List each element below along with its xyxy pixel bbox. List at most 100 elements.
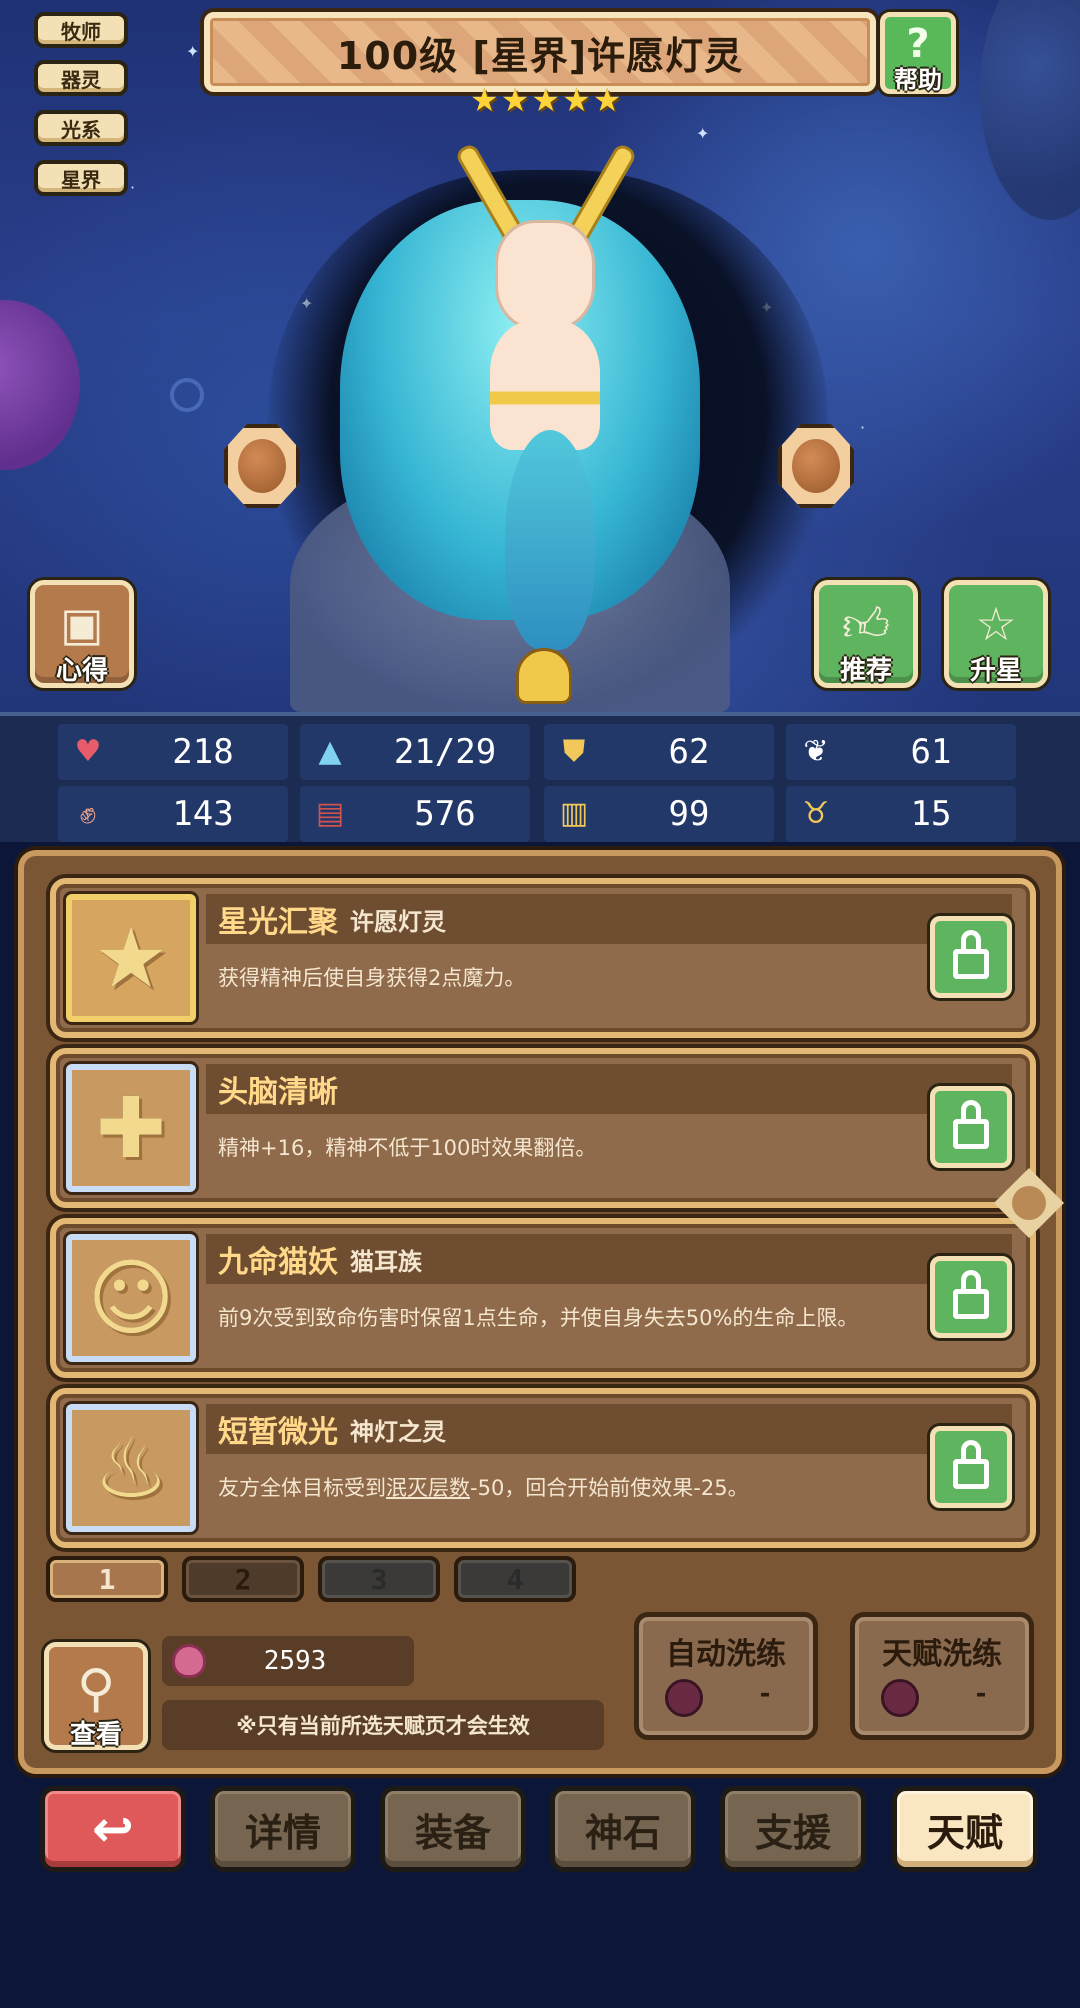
talent-source: 神灯之灵 [350, 1417, 446, 1446]
thumbs-up-icon: 👍︎ [841, 597, 891, 651]
upgrade-star-label: 升星 [969, 656, 1022, 686]
tab-talent[interactable]: 天赋 [892, 1786, 1038, 1872]
lock-button[interactable] [930, 1086, 1012, 1168]
talent-icon-frame: ✚ [66, 1064, 196, 1192]
sparkle-icon: ✦ [186, 42, 200, 61]
stat-value: 99 [668, 794, 710, 834]
upgrade-star-button[interactable]: ☆ 升星 [944, 580, 1048, 688]
stat-attack: ✊︎ 143 [58, 786, 288, 842]
tab-details[interactable]: 详情 [210, 1786, 356, 1872]
cross-icon: ✚ [95, 1079, 167, 1177]
help-button[interactable]: ? 帮助 [880, 12, 956, 94]
stat-resist: ▥ 99 [544, 786, 774, 842]
notebook-icon: ▣ [60, 597, 104, 651]
talent-description: 精神+16，精神不低于100时效果翻倍。 [218, 1136, 597, 1160]
talent-icon-frame: ★ [66, 894, 196, 1022]
talent-footer: ⚲ 查看 2593 ※只有当前所选天赋页才会生效 自动洗练 - 天赋洗练 - [28, 1612, 1052, 1768]
fist-icon: ✊︎ [79, 796, 97, 831]
heart-icon: ♥ [74, 734, 102, 769]
desc-text: -50，回合开始前使效果-25。 [470, 1476, 749, 1500]
class-tag-priest: 牧师 [34, 12, 128, 48]
keyword-link[interactable]: 泯灭层数 [386, 1476, 470, 1500]
star-icon: ★ [592, 81, 622, 119]
talent-card[interactable]: ☺ 九命猫妖 猫耳族 前9次受到致命伤害时保留1点生命，并使自身失去50%的生命… [50, 1218, 1036, 1378]
stat-value: 143 [172, 794, 234, 834]
talent-description: 获得精神后使自身获得2点魔力。 [218, 966, 526, 990]
auto-reroll-button[interactable]: 自动洗练 - [634, 1612, 818, 1740]
help-label: 帮助 [894, 66, 942, 94]
talent-icon-frame: ☺ [66, 1234, 196, 1362]
stat-value: 218 [172, 732, 234, 772]
stat-value: 21/29 [393, 732, 497, 772]
talent-reroll-label: 天赋洗练 [882, 1637, 1002, 1672]
recommend-button[interactable]: 👍︎ 推荐 [814, 580, 918, 688]
talent-card[interactable]: ♨ 短暂微光 神灯之灵 友方全体目标受到泯灭层数-50，回合开始前使效果-25。 [50, 1388, 1036, 1548]
star-icon: ★ [531, 81, 561, 119]
class-tag-astral: 星界 [34, 160, 128, 196]
star-icon: ★ [500, 81, 530, 119]
skill-orb-right[interactable] [778, 424, 854, 508]
tab-support[interactable]: 支援 [720, 1786, 866, 1872]
stat-magic: ▤ 576 [300, 786, 530, 842]
magic-lamp-icon [516, 648, 572, 704]
purple-planet [0, 300, 80, 470]
talent-name: 星光汇聚 [218, 905, 338, 940]
talent-card[interactable]: ★ 星光汇聚 许愿灯灵 获得精神后使自身获得2点魔力。 [50, 878, 1036, 1038]
class-tag-light: 光系 [34, 110, 128, 146]
cat-icon: ☺ [87, 1249, 175, 1347]
lock-icon [953, 1440, 989, 1489]
lock-icon [953, 1270, 989, 1319]
stat-defense: ⛊ 62 [544, 724, 774, 780]
star-icon: ★ [562, 81, 591, 119]
star-icon: ★ [93, 909, 169, 1007]
recommend-label: 推荐 [839, 656, 892, 686]
orb-gem-icon [792, 439, 840, 493]
wing-icon: ❦ [803, 734, 829, 769]
page-tab-4[interactable]: 4 [454, 1556, 576, 1602]
sparkle-icon: ✦ [696, 124, 710, 143]
character-face [495, 220, 595, 330]
stat-value: 61 [910, 732, 952, 772]
blue-planet [980, 0, 1080, 220]
back-arrow-icon: ↩ [92, 1800, 134, 1858]
lock-button[interactable] [930, 1426, 1012, 1508]
hero-title: 100级 [星界]许愿灯灵 [336, 33, 744, 78]
magic-lamp-icon: ♨ [93, 1419, 169, 1517]
page-tab-2[interactable]: 2 [182, 1556, 304, 1602]
fruit-currency-icon [172, 1644, 206, 1678]
hero-title-banner: 100级 [星界]许愿灯灵 [204, 12, 876, 92]
talent-name-row: 短暂微光 神灯之灵 [206, 1404, 1012, 1454]
talent-name-row: 头脑清晰 [206, 1064, 1012, 1114]
stat-value: 576 [414, 794, 476, 834]
page-tab-3[interactable]: 3 [318, 1556, 440, 1602]
insights-label: 心得 [55, 656, 108, 686]
lock-icon [953, 1100, 989, 1149]
view-button[interactable]: ⚲ 查看 [44, 1642, 148, 1750]
lock-button[interactable] [930, 916, 1012, 998]
lock-button[interactable] [930, 1256, 1012, 1338]
talent-page-tabs: 1 2 3 4 [46, 1556, 576, 1602]
talent-name: 九命猫妖 [218, 1245, 338, 1280]
insights-button[interactable]: ▣ 心得 [30, 580, 134, 688]
page-tab-1[interactable]: 1 [46, 1556, 168, 1602]
back-button[interactable]: ↩ [40, 1786, 186, 1872]
currency-amount: 2593 [263, 1646, 327, 1676]
star-rating: ★ ★ ★ ★ ★ [470, 84, 621, 116]
water-drop-icon: ▲ [318, 734, 342, 769]
book-icon: ▤ [315, 796, 345, 831]
fruit-cost-icon [665, 1679, 703, 1717]
auto-reroll-label: 自动洗练 [666, 1637, 786, 1672]
view-label: 查看 [69, 1720, 122, 1750]
talent-icon-frame: ♨ [66, 1404, 196, 1532]
bottom-nav: ↩ 详情 装备 神石 支援 天赋 [40, 1786, 1040, 1872]
currency-display: 2593 [162, 1636, 414, 1686]
desc-text: 友方全体目标受到 [218, 1476, 386, 1500]
tab-god-stone[interactable]: 神石 [550, 1786, 696, 1872]
talent-card[interactable]: ✚ 头脑清晰 精神+16，精神不低于100时效果翻倍。 [50, 1048, 1036, 1208]
tab-equipment[interactable]: 装备 [380, 1786, 526, 1872]
orb-gem-icon [238, 439, 286, 493]
stat-luck: ♉︎ 15 [786, 786, 1016, 842]
talent-reroll-button[interactable]: 天赋洗练 - [850, 1612, 1034, 1740]
stat-value: 15 [910, 794, 952, 834]
talent-reroll-cost: - [975, 1679, 987, 1709]
